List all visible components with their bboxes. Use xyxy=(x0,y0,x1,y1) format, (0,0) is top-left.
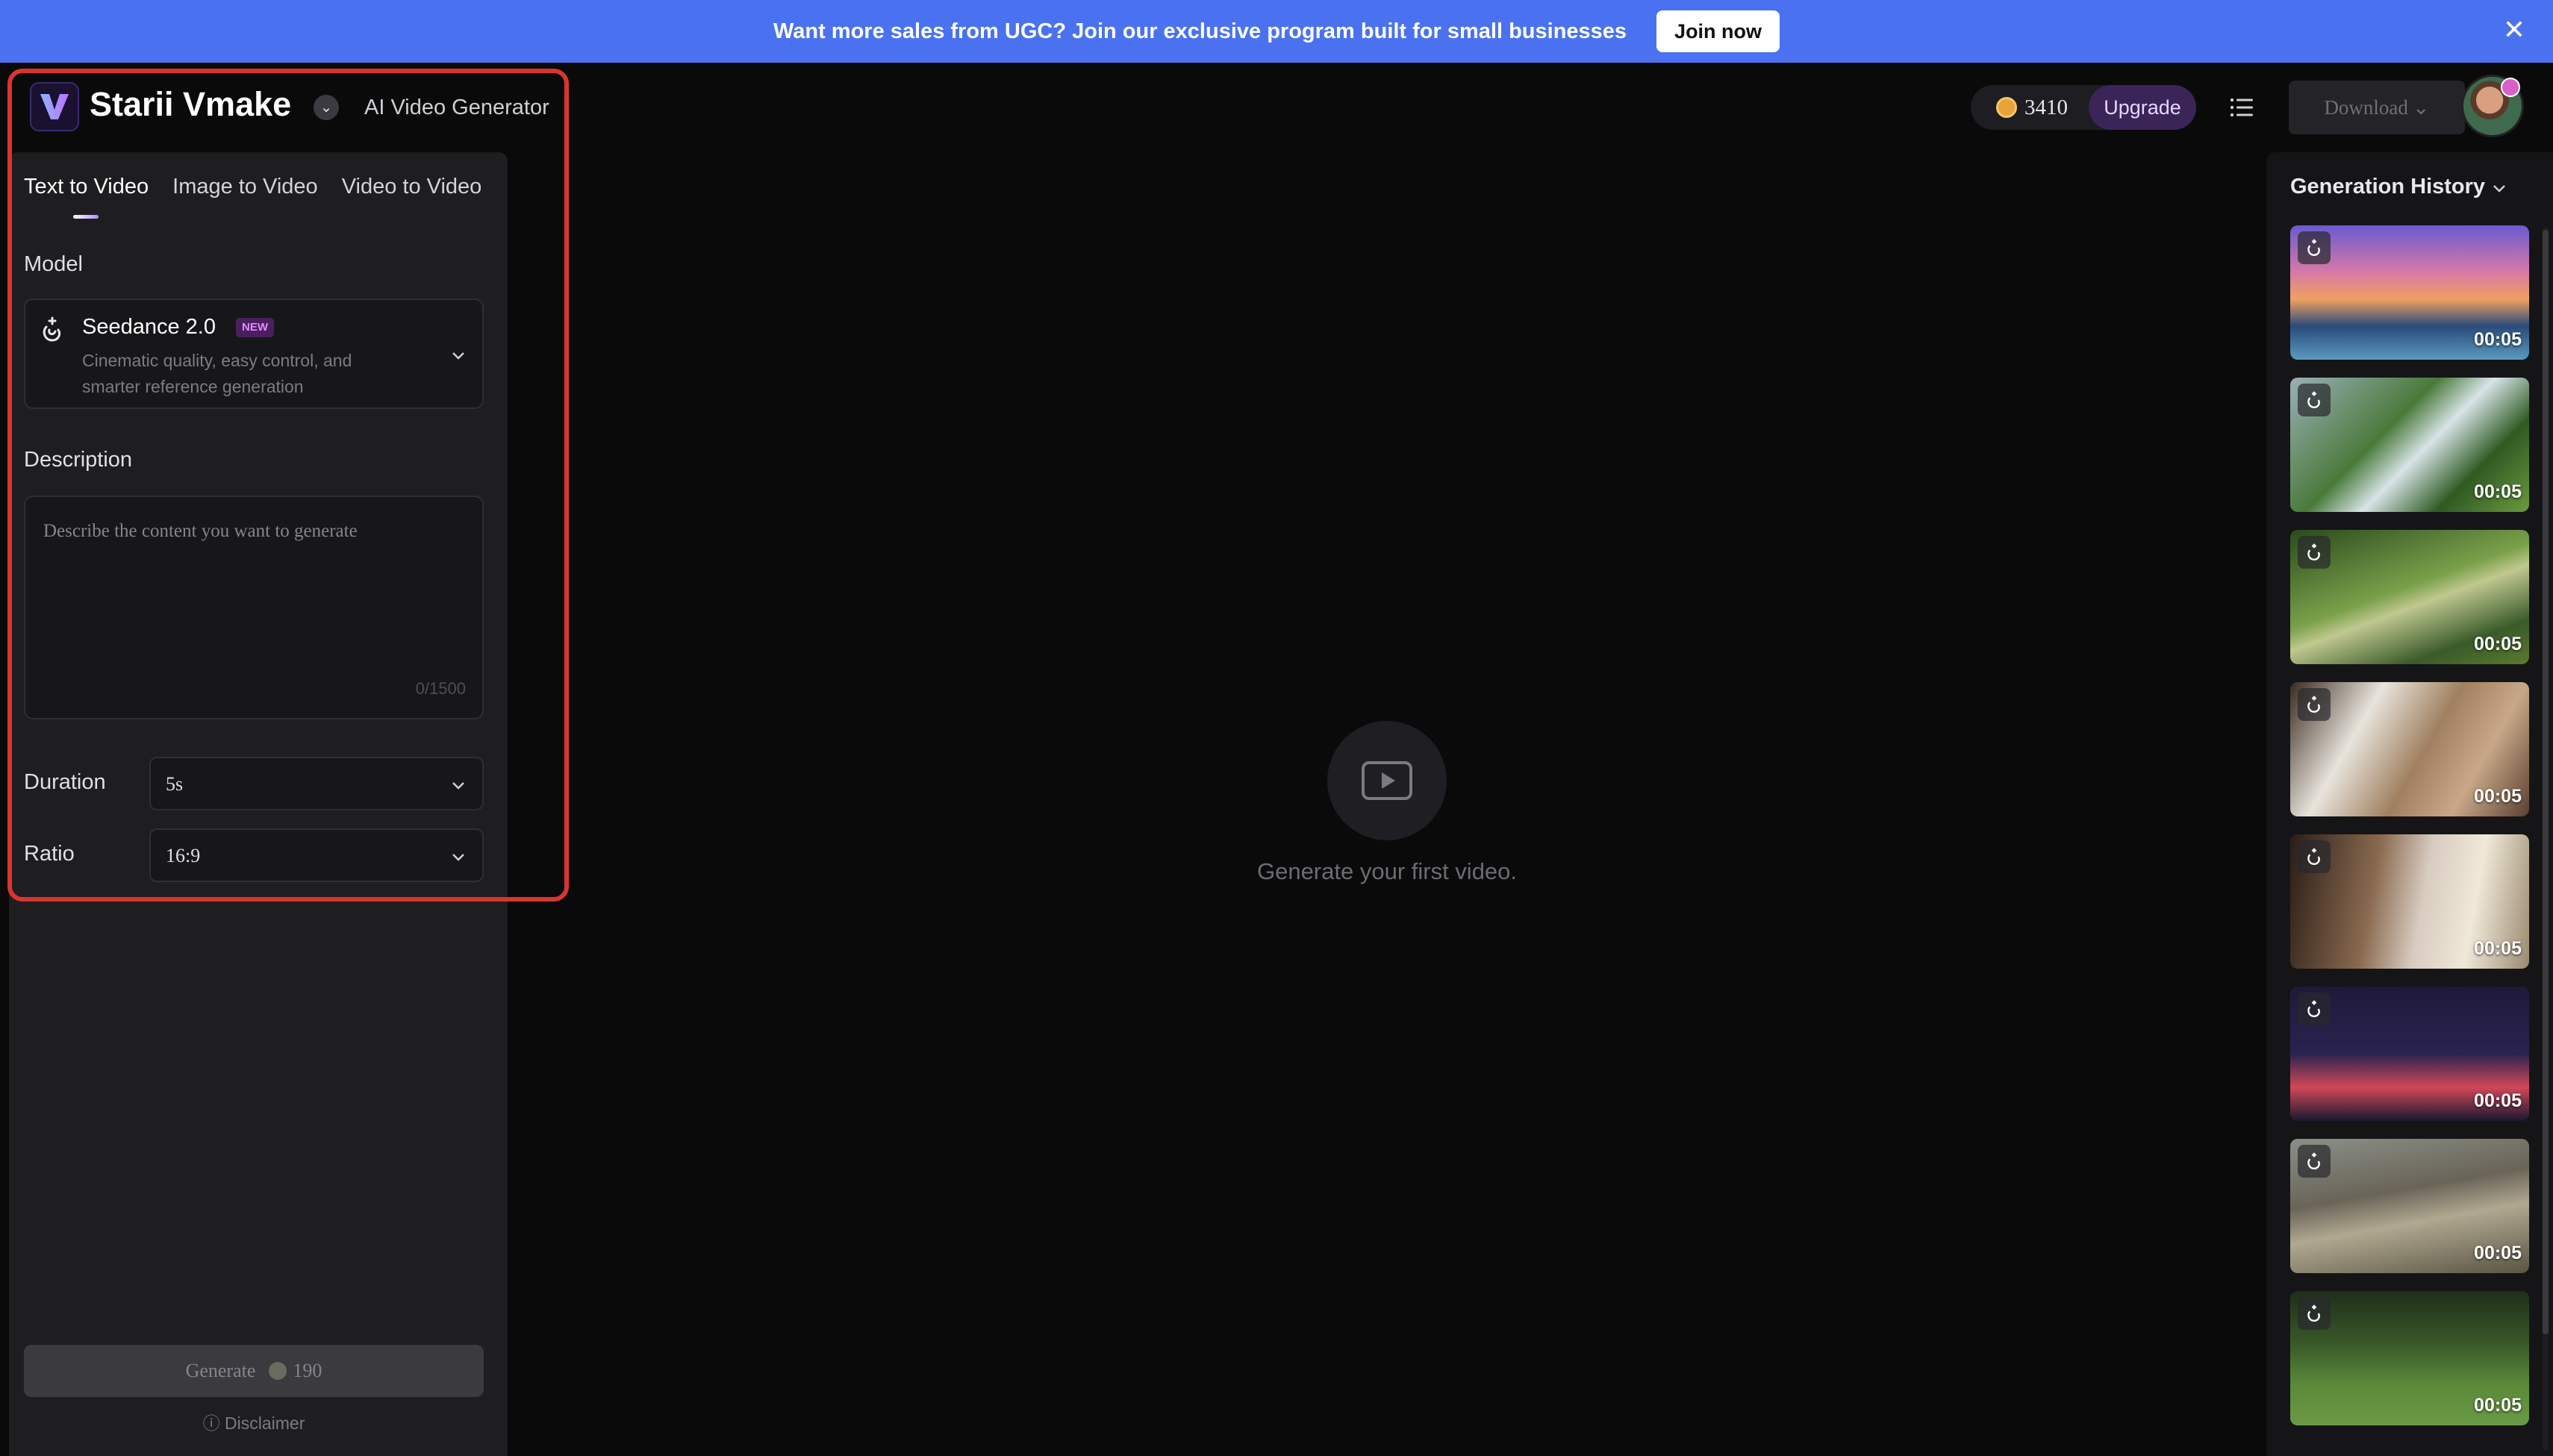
description-label: Description xyxy=(24,448,133,472)
duration-select[interactable]: 5s xyxy=(149,757,484,810)
seedance-icon xyxy=(2298,688,2331,721)
duration-label: Duration xyxy=(24,770,106,794)
tab-image-to-video[interactable]: Image to Video xyxy=(172,175,318,199)
tab-text-to-video[interactable]: Text to Video xyxy=(24,175,149,199)
video-duration: 00:05 xyxy=(2474,1243,2522,1263)
history-title[interactable]: Generation History xyxy=(2290,175,2485,199)
model-select[interactable]: Seedance 2.0 NEW Cinematic quality, easy… xyxy=(24,299,484,409)
character-count: 0/1500 xyxy=(415,679,466,698)
video-duration: 00:05 xyxy=(2474,1090,2522,1111)
chevron-down-icon[interactable]: ⌄ xyxy=(314,95,339,120)
ratio-label: Ratio xyxy=(24,842,75,866)
active-tab-indicator xyxy=(73,215,99,219)
download-label: Download xyxy=(2324,96,2408,119)
chevron-down-icon xyxy=(452,352,464,360)
disclaimer-label: Disclaimer xyxy=(225,1413,305,1433)
disclaimer-link[interactable]: ⓘ Disclaimer xyxy=(9,1409,499,1434)
generate-label: Generate xyxy=(185,1360,256,1381)
seedance-icon xyxy=(2298,536,2331,569)
generate-button[interactable]: Generate 190 xyxy=(24,1345,484,1397)
brand-name: Starii Vmake xyxy=(90,85,292,123)
ratio-value: 16:9 xyxy=(166,845,201,866)
download-button[interactable]: Download ⌄ xyxy=(2289,81,2465,134)
play-video-icon xyxy=(1327,721,1447,840)
video-duration: 00:05 xyxy=(2474,938,2522,959)
credit-count: 3410 xyxy=(2024,95,2068,119)
seedance-icon xyxy=(2298,1297,2331,1330)
generate-cost: 190 xyxy=(293,1360,322,1381)
history-thumbnail[interactable]: 00:05 xyxy=(2290,682,2529,816)
info-icon: ⓘ xyxy=(202,1413,225,1433)
model-description: Cinematic quality, easy control, and sma… xyxy=(82,351,352,396)
history-thumbnail[interactable]: 00:05 xyxy=(2290,1139,2529,1273)
history-thumbnail[interactable]: 00:05 xyxy=(2290,834,2529,969)
video-duration: 00:05 xyxy=(2474,634,2522,654)
seedance-icon xyxy=(43,316,61,342)
history-thumbnail[interactable]: 00:05 xyxy=(2290,1291,2529,1425)
duration-value: 5s xyxy=(166,773,184,795)
promo-banner: Want more sales from UGC? Join our exclu… xyxy=(0,0,2553,63)
ratio-select[interactable]: 16:9 xyxy=(149,828,484,882)
banner-text: Want more sales from UGC? Join our exclu… xyxy=(773,19,1627,43)
description-placeholder: Describe the content you want to generat… xyxy=(43,521,358,541)
list-icon[interactable] xyxy=(2228,94,2255,121)
mode-tabs: Text to Video Image to Video Video to Vi… xyxy=(24,175,481,199)
history-thumbnail[interactable]: 00:05 xyxy=(2290,378,2529,512)
tab-video-to-video[interactable]: Video to Video xyxy=(342,175,482,199)
model-label: Model xyxy=(24,252,83,276)
chevron-down-icon xyxy=(452,854,464,861)
upgrade-button[interactable]: Upgrade xyxy=(2089,85,2196,130)
model-name: Seedance 2.0 xyxy=(82,315,216,339)
generator-panel: Text to Video Image to Video Video to Vi… xyxy=(9,152,508,1456)
history-thumbnail[interactable]: 00:05 xyxy=(2290,530,2529,664)
seedance-icon xyxy=(2298,231,2331,264)
seedance-icon xyxy=(2298,1145,2331,1178)
seedance-icon xyxy=(2298,840,2331,873)
chevron-down-icon: ⌄ xyxy=(2412,96,2430,119)
generation-history-panel: Generation History 00:05 00:05 00:05 00:… xyxy=(2266,152,2553,1456)
close-icon[interactable]: ✕ xyxy=(2498,13,2531,46)
history-thumbnail[interactable]: 00:05 xyxy=(2290,987,2529,1121)
chevron-down-icon xyxy=(452,782,464,790)
scrollbar-thumb[interactable] xyxy=(2543,230,2549,1334)
page-subtitle: AI Video Generator xyxy=(364,96,549,119)
video-duration: 00:05 xyxy=(2474,329,2522,350)
description-textarea[interactable]: Describe the content you want to generat… xyxy=(24,496,484,719)
empty-state-text: Generate your first video. xyxy=(1256,858,1518,884)
join-now-button[interactable]: Join now xyxy=(1656,10,1780,52)
credits-pill: 3410 Upgrade xyxy=(1971,85,2196,130)
history-thumbnail[interactable]: 00:05 xyxy=(2290,225,2529,360)
app-header: Starii Vmake ⌄ AI Video Generator 3410 U… xyxy=(0,63,2553,152)
seedance-icon xyxy=(2298,993,2331,1025)
chevron-down-icon[interactable] xyxy=(2489,178,2510,199)
coin-icon xyxy=(269,1362,287,1380)
seedance-icon xyxy=(2298,384,2331,416)
vip-badge-icon xyxy=(2501,78,2520,97)
video-duration: 00:05 xyxy=(2474,1395,2522,1416)
vmake-logo[interactable] xyxy=(30,82,79,131)
new-badge: NEW xyxy=(236,318,274,337)
video-duration: 00:05 xyxy=(2474,481,2522,502)
video-duration: 00:05 xyxy=(2474,786,2522,807)
coin-icon xyxy=(1996,97,2017,118)
